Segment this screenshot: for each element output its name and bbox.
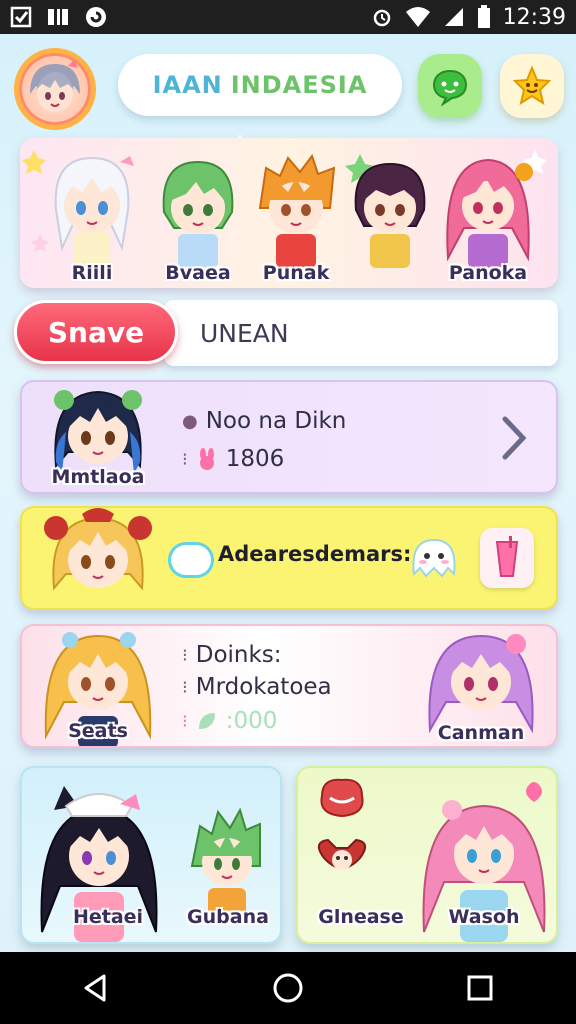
banner-character-4[interactable]: [340, 148, 440, 288]
app-title: IAAN INDAESIA: [118, 54, 402, 116]
character-name: Bvaea: [165, 262, 231, 284]
promo-card[interactable]: Adearesdemars:: [20, 506, 558, 610]
avatar: [30, 60, 80, 112]
chevron-right-icon[interactable]: [494, 410, 534, 466]
recents-icon: [467, 975, 493, 1001]
card-right-name: Canman: [437, 722, 525, 744]
chat-button[interactable]: [418, 54, 482, 118]
card-title: Noo na Dikn: [205, 408, 347, 434]
drink-button[interactable]: [480, 528, 534, 588]
banner-character-5[interactable]: Panoka: [438, 148, 538, 288]
back-button[interactable]: [66, 958, 126, 1018]
wifi-icon: [405, 7, 430, 27]
app-title-part2: INDAESIA: [230, 71, 368, 99]
character-card-2[interactable]: Seats ⁝ Doinks: ⁝ Mrdokatoea ⁝ :000 Canm…: [20, 624, 558, 748]
card-count: 1806: [225, 446, 285, 472]
drink-icon: [495, 536, 519, 577]
tile-character-name: Gubana: [187, 906, 269, 928]
bullet-icon: ⁝: [182, 644, 188, 666]
card-info-line-1: ⁝ Doinks:: [182, 642, 282, 668]
character-name: Panoka: [448, 262, 528, 284]
tile-character-name: Hetaei: [72, 906, 144, 928]
card-info-line-3: ⁝ :000: [182, 708, 277, 734]
profile-avatar-button[interactable]: [14, 48, 96, 130]
sync-icon: [86, 7, 106, 27]
bullet-icon: ⁝: [182, 676, 188, 698]
character-portrait: [54, 156, 134, 268]
system-nav-bar: [0, 952, 576, 1024]
home-button[interactable]: [258, 958, 318, 1018]
card-info-line-2: ⁝ 1806: [182, 446, 284, 472]
character-card-1[interactable]: Mmtlaoa ● Noo na Dikn ⁝ 1806: [20, 380, 558, 494]
character-tile-right[interactable]: Glnease Wasoh: [296, 766, 558, 944]
character-portrait: [162, 160, 234, 268]
bullet-icon: ⁝: [182, 710, 188, 732]
ghost-icon: [412, 538, 456, 578]
card-info-line-1: ● Noo na Dikn: [182, 408, 346, 434]
card-portrait: Mmtlaoa: [36, 382, 160, 492]
tile-character-name: Wasoh: [448, 906, 520, 928]
card-portrait-name: Seats: [68, 720, 128, 742]
card-right-portrait: Canman: [416, 626, 546, 746]
signal-icon: [444, 8, 463, 26]
chat-icon: [432, 69, 468, 106]
checkbox-icon: [10, 6, 32, 28]
battery-icon: [477, 5, 490, 28]
recents-button[interactable]: [450, 958, 510, 1018]
back-icon: [84, 974, 106, 1002]
card-count: :000: [225, 708, 278, 734]
app-title-part1: IAAN: [152, 71, 223, 99]
character-banner[interactable]: Riili Bvaea Punak Panoka: [20, 138, 558, 288]
banner-character-1[interactable]: Riili: [42, 148, 142, 288]
favorites-button[interactable]: [500, 54, 564, 118]
character-name: Punak: [262, 262, 330, 284]
card-subtitle: Mrdokatoea: [195, 674, 332, 700]
speech-bubble-icon: [168, 542, 214, 578]
app-screen: IAAN INDAESIA Riili Bvaea Punak Panoka U…: [0, 34, 576, 952]
card-portrait: [36, 508, 160, 608]
bullet-icon: ●: [182, 410, 198, 432]
card-portrait-name: Mmtlaoa: [51, 466, 145, 488]
status-bar: 12:39: [0, 0, 576, 34]
news-icon: [48, 9, 68, 25]
tile-character-name: Glnease: [318, 906, 404, 928]
card-portrait: Seats: [36, 626, 160, 746]
character-name: Riili: [71, 262, 113, 284]
smiley-star-icon: [512, 65, 552, 106]
banner-character-2[interactable]: Bvaea: [148, 148, 248, 288]
character-portrait: [446, 158, 533, 268]
leaf-icon: [198, 713, 215, 729]
search-button[interactable]: Snave: [14, 300, 178, 364]
search-bar: UNEAN Snave: [14, 300, 558, 366]
bullet-icon: ⁝: [182, 448, 188, 470]
promo-text: Adearesdemars:: [218, 542, 412, 566]
character-portrait: [44, 508, 152, 591]
character-portrait: [354, 162, 426, 268]
card-title: Doinks:: [195, 642, 282, 668]
search-input[interactable]: UNEAN: [164, 300, 558, 366]
alarm-icon: [373, 9, 390, 27]
home-icon: [273, 973, 303, 1003]
bunny-icon: [199, 448, 214, 470]
character-portrait: [258, 153, 336, 268]
banner-character-3[interactable]: Punak: [246, 148, 346, 288]
monster-icons-decoration: [317, 778, 367, 870]
clock: 12:39: [502, 4, 566, 30]
character-tile-left[interactable]: Hetaei Gubana: [20, 766, 282, 944]
card-info-line-2: ⁝ Mrdokatoea: [182, 674, 332, 700]
